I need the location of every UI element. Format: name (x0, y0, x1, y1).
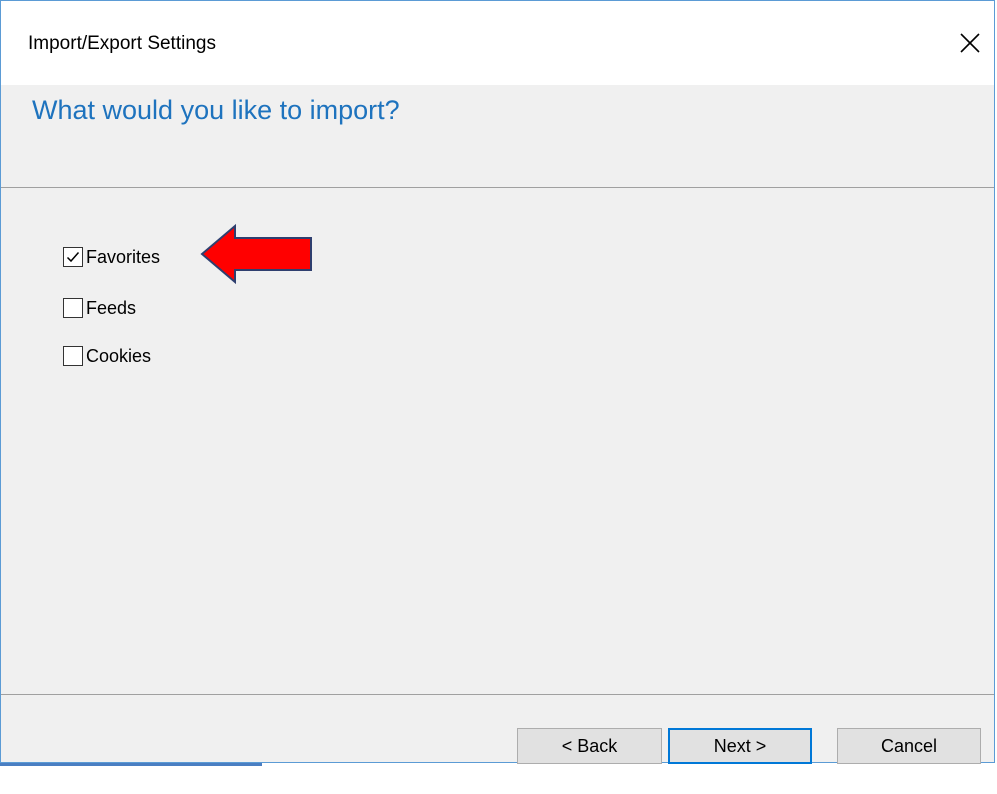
window-title: Import/Export Settings (28, 33, 216, 54)
feeds-checkbox[interactable] (63, 298, 83, 318)
favorites-checkbox[interactable] (63, 247, 83, 267)
import-export-dialog: Import/Export Settings What would you li… (0, 0, 995, 764)
cancel-button[interactable]: Cancel (837, 728, 981, 764)
favorites-label: Favorites (86, 247, 161, 267)
dialog-header: What would you like to import? (1, 85, 994, 188)
feeds-option[interactable]: Feeds (63, 295, 136, 321)
back-button[interactable]: < Back (517, 728, 662, 764)
next-button[interactable]: Next > (668, 728, 812, 764)
page-title: What would you like to import? (32, 95, 400, 125)
dialog-footer: < Back Next > Cancel (1, 694, 994, 764)
close-button[interactable] (946, 19, 994, 67)
cookies-label: Cookies (86, 346, 152, 366)
taskbar-edge (0, 763, 262, 766)
title-bar: Import/Export Settings (1, 1, 994, 85)
close-icon (960, 33, 980, 53)
checkmark-icon (66, 252, 80, 263)
cookies-option[interactable]: Cookies (63, 343, 151, 369)
cookies-checkbox[interactable] (63, 346, 83, 366)
favorites-option[interactable]: Favorites (63, 244, 160, 270)
options-panel: Favorites Feeds Cookies (1, 189, 994, 694)
red-arrow-left-icon (200, 223, 312, 285)
feeds-label: Feeds (86, 298, 137, 318)
